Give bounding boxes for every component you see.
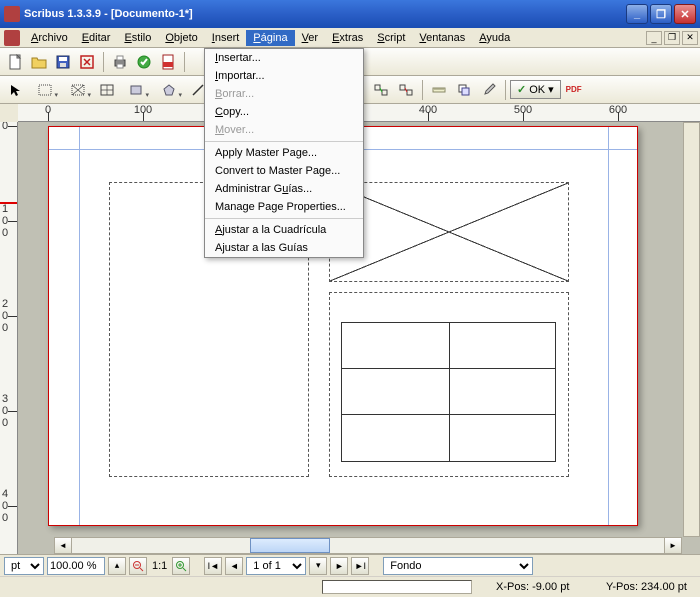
app-icon [4,6,20,22]
table-tool[interactable] [95,79,119,101]
zoom-input[interactable] [47,557,105,575]
print-button[interactable] [109,51,131,73]
preflight-button[interactable] [133,51,155,73]
link-frames-tool[interactable] [369,79,393,101]
menu-ágina[interactable]: Página [246,30,294,46]
menu-rchivo[interactable]: Archivo [24,30,75,46]
pdf-ok-button[interactable]: ✓OK ▾ [510,80,561,99]
last-page-button[interactable]: ►I [351,557,369,575]
menu-cript[interactable]: Script [370,30,412,46]
menu-item[interactable]: Ajustar a las Guías [205,239,363,257]
menu-bjeto[interactable]: Objeto [158,30,204,46]
layer-select[interactable]: Fondo [383,557,533,575]
pdf-form-icon[interactable]: PDF [562,79,586,101]
status-bar: pt ▴ 1:1 I◄ ◄ 1 of 1 ▾ ► ►I Fondo X-Pos:… [0,554,700,596]
menu-yuda[interactable]: Ayuda [472,30,517,46]
menu-stilo[interactable]: Estilo [117,30,158,46]
doc-system-icon[interactable] [4,30,20,46]
menu-item[interactable]: Importar... [205,67,363,85]
measure-tool[interactable] [427,79,451,101]
progress-bar [322,580,472,594]
maximize-button[interactable]: ❐ [650,4,672,24]
unit-select[interactable]: pt [4,557,44,575]
scroll-right-button[interactable]: ► [664,538,681,553]
xpos-label: X-Pos: -9.00 pt [492,579,582,595]
select-tool[interactable] [4,79,28,101]
page-spin[interactable]: ▾ [309,557,327,575]
mdi-minimize[interactable]: _ [646,31,662,45]
menu-bar: ArchivoEditarEstiloObjetoInsertPáginaVer… [0,28,700,48]
vertical-scrollbar[interactable] [683,122,700,537]
close-doc-button[interactable] [76,51,98,73]
open-button[interactable] [28,51,50,73]
menu-er[interactable]: Ver [295,30,326,46]
menu-item[interactable]: Insertar... [205,49,363,67]
new-button[interactable] [4,51,26,73]
menu-item[interactable]: Apply Master Page... [205,144,363,162]
check-icon: ✓ [517,83,526,96]
scroll-thumb[interactable] [250,538,330,553]
menu-entanas[interactable]: Ventanas [412,30,472,46]
mdi-restore[interactable]: ❐ [664,31,680,45]
save-button[interactable] [52,51,74,73]
menu-item[interactable]: Convert to Master Page... [205,162,363,180]
unlink-frames-tool[interactable] [394,79,418,101]
eyedropper-tool[interactable] [477,79,501,101]
ypos-label: Y-Pos: 234.00 pt [602,579,692,595]
zoom-ratio-label: 1:1 [150,560,169,572]
first-page-button[interactable]: I◄ [204,557,222,575]
horizontal-scrollbar[interactable]: ◄ ► [54,537,682,554]
scroll-left-button[interactable]: ◄ [55,538,72,553]
mdi-close[interactable]: ✕ [682,31,698,45]
menu-item: Mover... [205,121,363,139]
shape-tool[interactable] [120,79,152,101]
zoom-out-button[interactable] [129,557,147,575]
pdf-button[interactable] [157,51,179,73]
minimize-button[interactable]: _ [626,4,648,24]
menu-item: Borrar... [205,85,363,103]
menu-nsert[interactable]: Insert [205,30,247,46]
close-button[interactable]: ✕ [674,4,696,24]
zoom-in-button[interactable] [172,557,190,575]
zoom-spin[interactable]: ▴ [108,557,126,575]
menu-ditar[interactable]: Editar [75,30,118,46]
menu-xtras[interactable]: Extras [325,30,370,46]
image-frame[interactable] [329,182,569,282]
menu-item[interactable]: Copy... [205,103,363,121]
image-frame-tool[interactable] [62,79,94,101]
prev-page-button[interactable]: ◄ [225,557,243,575]
pagina-menu-dropdown: Insertar...Importar...Borrar...Copy...Mo… [204,48,364,258]
table-frame[interactable] [341,322,556,462]
menu-item[interactable]: Manage Page Properties... [205,198,363,216]
next-page-button[interactable]: ► [330,557,348,575]
vertical-ruler[interactable]: 0100200300400 [0,122,18,554]
polygon-tool[interactable] [153,79,185,101]
window-title: Scribus 1.3.3.9 - [Documento-1*] [24,8,624,20]
menu-item[interactable]: Ajustar a la Cuadrícula [205,221,363,239]
page-select[interactable]: 1 of 1 [246,557,306,575]
window-titlebar: Scribus 1.3.3.9 - [Documento-1*] _ ❐ ✕ [0,0,700,28]
menu-item[interactable]: Administrar Guías... [205,180,363,198]
copy-props-tool[interactable] [452,79,476,101]
text-frame-tool[interactable] [29,79,61,101]
